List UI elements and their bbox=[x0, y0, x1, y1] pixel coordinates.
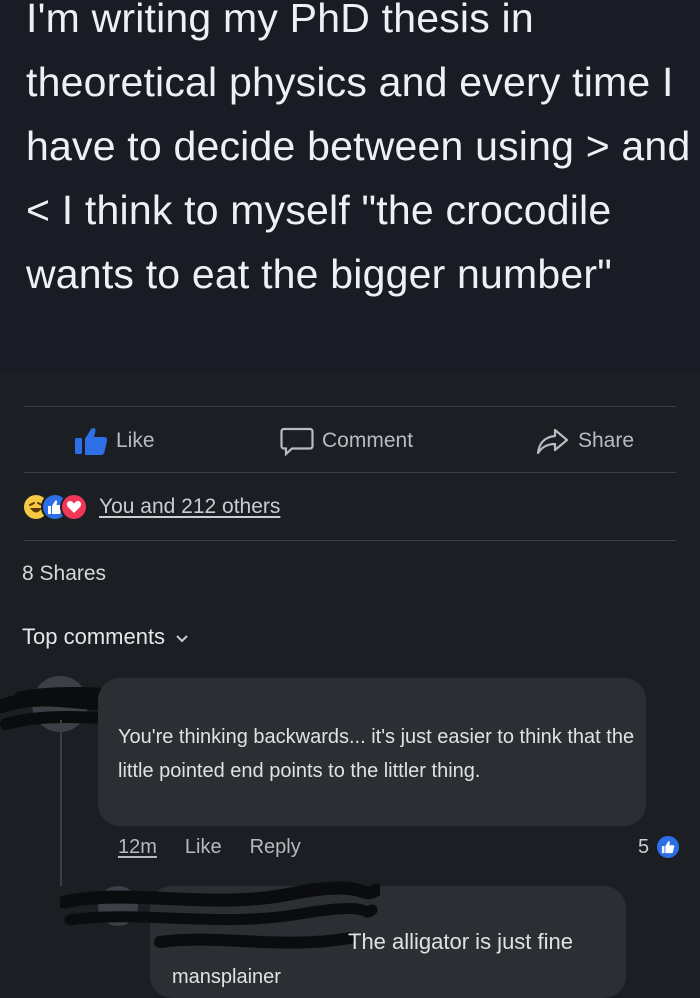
top-comments-label: Top comments bbox=[22, 624, 166, 649]
comment-reaction-count[interactable]: 5 bbox=[638, 834, 682, 860]
comment-actions: 12m Like Reply bbox=[118, 836, 301, 859]
comment-icon bbox=[280, 426, 314, 456]
share-button[interactable]: Share bbox=[536, 424, 634, 458]
love-icon bbox=[60, 493, 88, 521]
top-comments-dropdown[interactable]: Top comments bbox=[22, 624, 189, 650]
like-button[interactable]: Like bbox=[74, 424, 155, 458]
post-body: I'm writing my PhD thesis in theoretical… bbox=[0, 0, 700, 372]
thread-line bbox=[60, 720, 62, 886]
comment-label: Comment bbox=[322, 429, 414, 452]
comment-like-button[interactable]: Like bbox=[185, 836, 222, 859]
chevron-down-icon bbox=[175, 624, 189, 650]
redaction-scribble bbox=[60, 881, 380, 949]
share-label: Share bbox=[578, 429, 635, 452]
reactions-summary[interactable]: You and 212 others bbox=[22, 492, 280, 522]
like-icon bbox=[655, 834, 682, 860]
reply-text: The alligator is just fine bbox=[348, 929, 573, 954]
reply-text-line2: mansplainer bbox=[172, 966, 281, 988]
shares-count[interactable]: 8 Shares bbox=[22, 562, 106, 586]
share-icon bbox=[536, 426, 570, 456]
comment-text: You're thinking backwards... it's just e… bbox=[118, 726, 635, 782]
divider-middle bbox=[24, 472, 676, 473]
like-label: Like bbox=[116, 429, 155, 452]
reaction-count-value: 5 bbox=[638, 835, 650, 858]
reaction-count-link[interactable]: You and 212 others bbox=[99, 495, 280, 519]
comment-button[interactable]: Comment bbox=[280, 424, 413, 458]
comment-timestamp[interactable]: 12m bbox=[118, 836, 157, 859]
comment-reply-button[interactable]: Reply bbox=[250, 836, 301, 859]
divider-top bbox=[24, 406, 676, 407]
divider-lower bbox=[24, 540, 676, 541]
post-text: I'm writing my PhD thesis in theoretical… bbox=[26, 0, 691, 297]
thumbs-up-icon bbox=[74, 426, 108, 456]
